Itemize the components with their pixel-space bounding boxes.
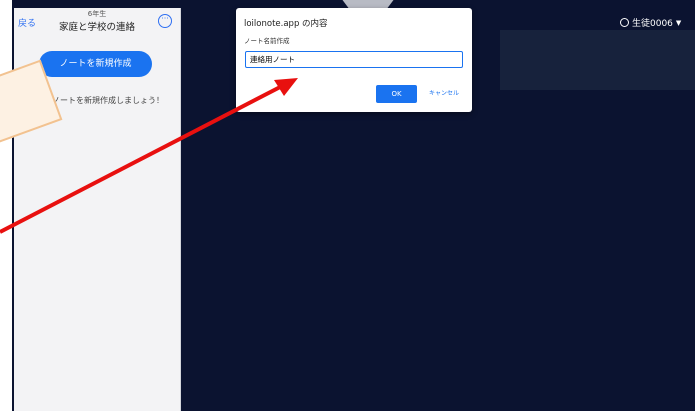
page-title: 家庭と学校の連絡 [58,22,135,33]
user-icon [620,18,629,27]
dialog-message: ノート名前作成 [244,37,290,45]
sidebar-header: 戻る 6年生 家庭と学校の連絡 ··· [14,8,180,40]
cancel-button[interactable]: キャンセル [424,85,464,103]
dialog-title: loilonote.app の内容 [244,19,328,29]
note-name-input[interactable] [245,51,463,68]
chevron-down-icon: ▼ [675,18,682,27]
new-note-button[interactable]: ノートを新規作成 [39,51,152,77]
background-panel [500,30,695,90]
more-icon[interactable]: ··· [158,14,172,28]
ok-button[interactable]: OK [376,85,417,103]
user-name: 生徒0006 [632,19,673,29]
grade-label: 6年生 [87,10,107,18]
user-menu[interactable]: 生徒0006 ▼ [620,16,681,29]
prompt-dialog: loilonote.app の内容 ノート名前作成 OK キャンセル [236,8,472,112]
